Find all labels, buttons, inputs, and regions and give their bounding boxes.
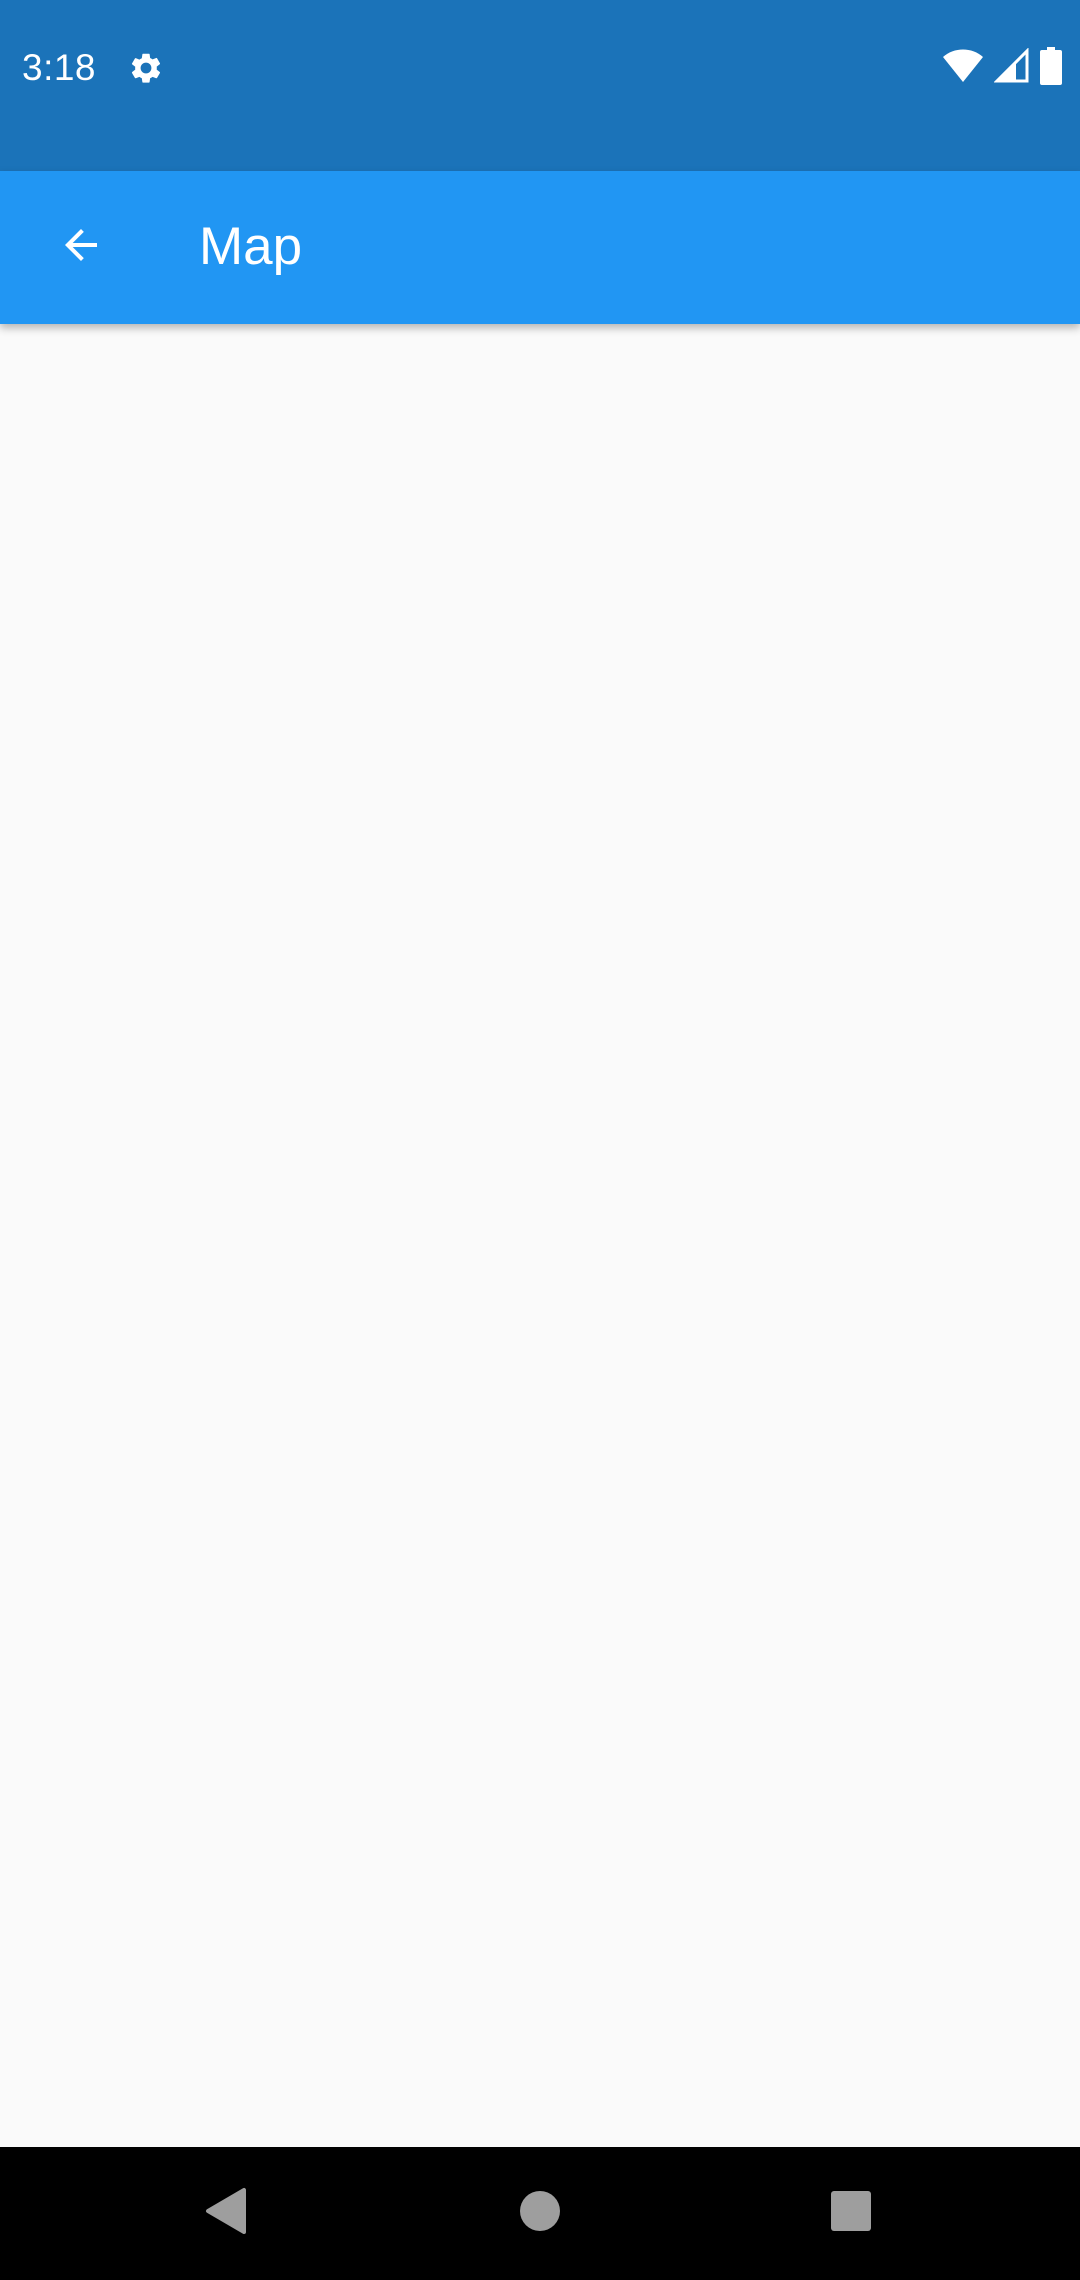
nav-back-icon: [204, 2187, 248, 2240]
arrow-back-icon: [57, 221, 105, 274]
gear-icon: [128, 50, 164, 86]
nav-recents-button[interactable]: [791, 2147, 911, 2280]
map-view[interactable]: [0, 324, 1080, 2147]
nav-back-button[interactable]: [166, 2147, 286, 2280]
nav-recents-icon: [830, 2190, 872, 2237]
navigation-bar: [0, 2147, 1080, 2280]
battery-icon: [1040, 46, 1062, 90]
app-bar: Map: [0, 171, 1080, 324]
wifi-icon: [942, 48, 984, 89]
nav-home-icon: [519, 2190, 561, 2237]
status-icons: [942, 46, 1062, 90]
nav-home-button[interactable]: [480, 2147, 600, 2280]
status-bar: 3:18: [0, 0, 1080, 171]
back-button[interactable]: [33, 199, 129, 295]
cellular-signal-icon: [993, 46, 1030, 89]
status-time: 3:18: [22, 47, 97, 88]
page-title: Map: [199, 217, 303, 276]
